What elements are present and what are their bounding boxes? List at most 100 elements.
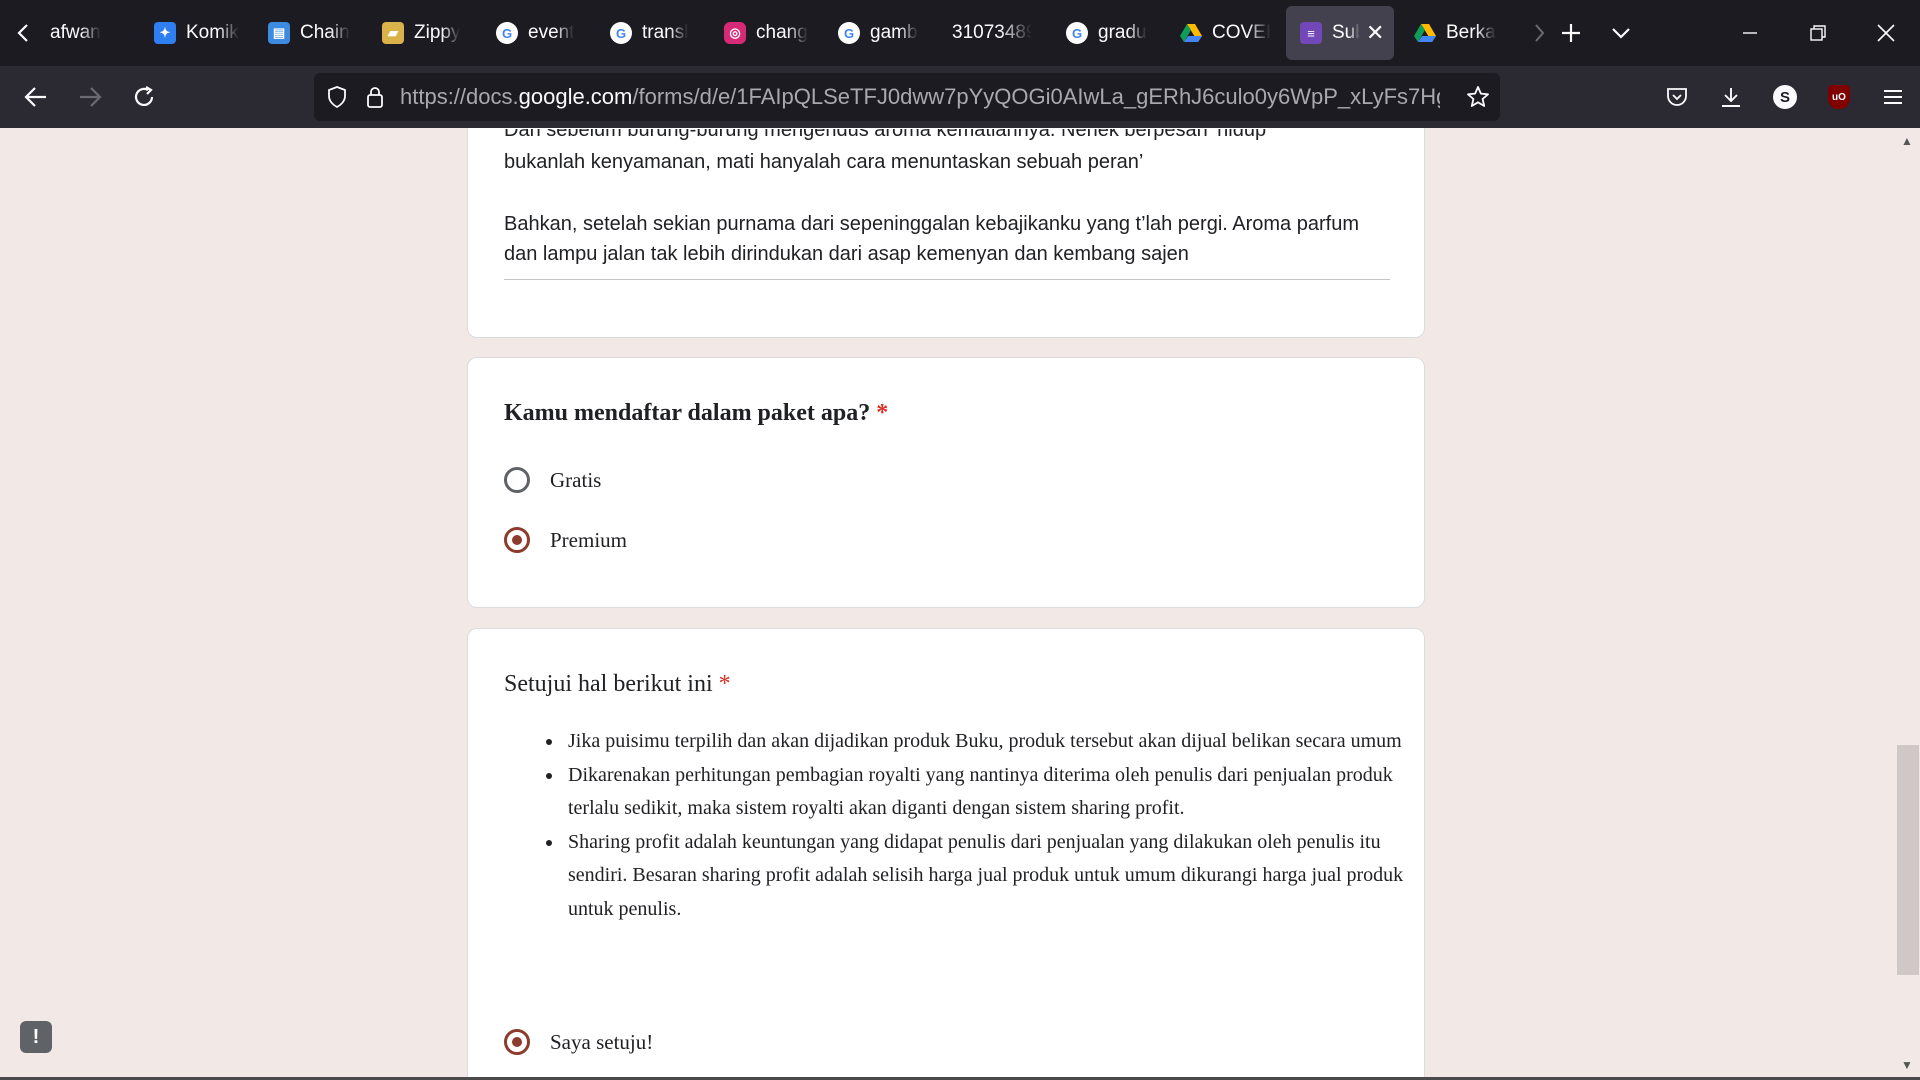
- question-title: Setujui hal berikut ini *: [504, 671, 731, 698]
- url-text[interactable]: https://docs.google.com/forms/d/e/1FAIpQ…: [400, 84, 1440, 110]
- tab-list: afwan ✦ Komik ▤ Chain ▰ Zippy G event G …: [48, 0, 1564, 66]
- radio-option-premium[interactable]: Premium: [504, 523, 627, 557]
- minimize-icon: [1743, 32, 1757, 34]
- minimize-button[interactable]: [1716, 0, 1784, 66]
- drive-icon: [1414, 22, 1436, 44]
- report-feedback-button[interactable]: !: [20, 1021, 52, 1053]
- tab-number[interactable]: 31073489: [938, 6, 1052, 60]
- forward-button[interactable]: [64, 71, 116, 123]
- tab-covei[interactable]: COVEI: [1166, 6, 1280, 60]
- tab-afwan[interactable]: afwan: [48, 6, 140, 60]
- shield-icon[interactable]: [314, 86, 360, 108]
- tab-event[interactable]: G event: [482, 6, 596, 60]
- arrow-left-icon: [24, 87, 46, 107]
- url-path: /forms/d/e/1FAIpQLSeTFJ0dww7pYyQOGi0AIwL…: [632, 84, 1440, 109]
- bookmark-star-icon[interactable]: [1466, 85, 1490, 109]
- question-title: Kamu mendaftar dalam paket apa? *: [504, 400, 888, 427]
- tab-label: 31073489: [952, 22, 1032, 43]
- tab-label: COVEI: [1212, 22, 1272, 43]
- close-icon: [1877, 24, 1895, 42]
- google-icon: G: [838, 22, 860, 44]
- tab-label: transl: [642, 22, 689, 43]
- description-cut-text: Dan sebelum burung-burung mengendus arom…: [504, 129, 1267, 141]
- divider: [504, 279, 1390, 280]
- description-card: Dan sebelum burung-burung mengendus arom…: [467, 128, 1425, 338]
- option-label: Premium: [550, 527, 627, 552]
- scroll-down-icon[interactable]: ▼: [1901, 1058, 1913, 1072]
- tab-chang[interactable]: ◎ chang: [710, 6, 824, 60]
- tab-label: gradu: [1098, 22, 1147, 43]
- radio-button[interactable]: [504, 467, 530, 493]
- pocket-button[interactable]: [1650, 66, 1704, 128]
- tab-sub-active[interactable]: ≡ Sub ✕: [1286, 6, 1394, 60]
- tab-label: Chain: [300, 22, 350, 43]
- scroll-up-icon[interactable]: ▲: [1901, 134, 1913, 148]
- google-icon: G: [496, 22, 518, 44]
- tab-komik[interactable]: ✦ Komik: [140, 6, 254, 60]
- question-title-text: Setujui hal berikut ini: [504, 671, 713, 697]
- tab-label: chang: [756, 22, 808, 43]
- tab-label: Komik: [186, 22, 239, 43]
- pocket-icon: [1667, 88, 1687, 106]
- scrollbar-thumb[interactable]: [1897, 745, 1919, 975]
- tab-chain[interactable]: ▤ Chain: [254, 6, 368, 60]
- reload-button[interactable]: [118, 71, 170, 123]
- tab-label: Berka: [1446, 22, 1496, 43]
- tab-zippy[interactable]: ▰ Zippy: [368, 6, 482, 60]
- radio-button-selected[interactable]: [504, 1029, 530, 1055]
- tab-gradu[interactable]: G gradu: [1052, 6, 1166, 60]
- form-page: Dan sebelum burung-burung mengendus arom…: [0, 128, 1894, 1080]
- radio-button-selected[interactable]: [504, 527, 530, 553]
- tab-berka[interactable]: Berka: [1400, 6, 1514, 60]
- plus-icon: [1562, 24, 1580, 42]
- list-all-tabs-button[interactable]: [1596, 0, 1646, 66]
- page-scrollbar[interactable]: ▲ ▼: [1894, 128, 1920, 1080]
- tab-label: gamb: [870, 22, 918, 43]
- chevron-left-icon: [17, 24, 28, 42]
- url-host: google.com: [518, 84, 633, 109]
- tab-scroll-left-button[interactable]: [0, 0, 48, 66]
- new-tab-button[interactable]: [1546, 0, 1596, 66]
- radio-option-agree[interactable]: Saya setuju!: [504, 1025, 653, 1059]
- restore-icon: [1810, 25, 1826, 41]
- url-prefix: https://docs.: [400, 84, 519, 109]
- radio-option-gratis[interactable]: Gratis: [504, 463, 601, 497]
- lock-icon[interactable]: [360, 86, 390, 108]
- hamburger-menu-icon: [1884, 90, 1902, 104]
- list-item: Dikarenakan perhitungan pembagian royalt…: [564, 759, 1426, 826]
- terms-list: Jika puisimu terpilih dan akan dijadikan…: [468, 725, 1426, 926]
- tab-label: Sub: [1332, 22, 1360, 43]
- download-icon: [1722, 88, 1740, 107]
- question-card-agreement: Setujui hal berikut ini* Jika puisimu te…: [467, 628, 1425, 1080]
- chevron-right-icon: [1535, 24, 1545, 42]
- instagram-icon: ◎: [724, 22, 746, 44]
- drive-icon: [1180, 22, 1202, 44]
- address-bar[interactable]: https://docs.google.com/forms/d/e/1FAIpQ…: [314, 73, 1500, 121]
- account-button[interactable]: S: [1758, 66, 1812, 128]
- forms-icon: ≡: [1300, 22, 1322, 44]
- close-window-button[interactable]: [1852, 0, 1920, 66]
- question-title-text: Kamu mendaftar dalam paket apa?: [504, 400, 871, 426]
- required-asterisk: *: [718, 671, 731, 697]
- close-tab-icon[interactable]: ✕: [1366, 20, 1384, 46]
- menu-button[interactable]: [1866, 66, 1920, 128]
- navigation-toolbar: https://docs.google.com/forms/d/e/1FAIpQ…: [0, 66, 1920, 128]
- ublock-button[interactable]: uO: [1812, 66, 1866, 128]
- tab-label: Zippy: [414, 22, 461, 43]
- required-asterisk: *: [876, 400, 889, 426]
- toolbar-right: S uO: [1650, 66, 1920, 128]
- chevron-down-icon: [1612, 28, 1630, 39]
- google-icon: G: [610, 22, 632, 44]
- list-item: Sharing profit adalah keuntungan yang di…: [564, 826, 1426, 927]
- folder-icon: ▰: [382, 22, 404, 44]
- tab-transl[interactable]: G transl: [596, 6, 710, 60]
- tab-gamb[interactable]: G gamb: [824, 6, 938, 60]
- downloads-button[interactable]: [1704, 66, 1758, 128]
- ublock-shield-icon: uO: [1828, 85, 1850, 109]
- restore-button[interactable]: [1784, 0, 1852, 66]
- back-button[interactable]: [10, 71, 62, 123]
- list-item: Jika puisimu terpilih dan akan dijadikan…: [564, 725, 1426, 759]
- puzzle-icon: ✦: [154, 22, 176, 44]
- reload-icon: [134, 86, 154, 106]
- avatar: S: [1773, 85, 1797, 109]
